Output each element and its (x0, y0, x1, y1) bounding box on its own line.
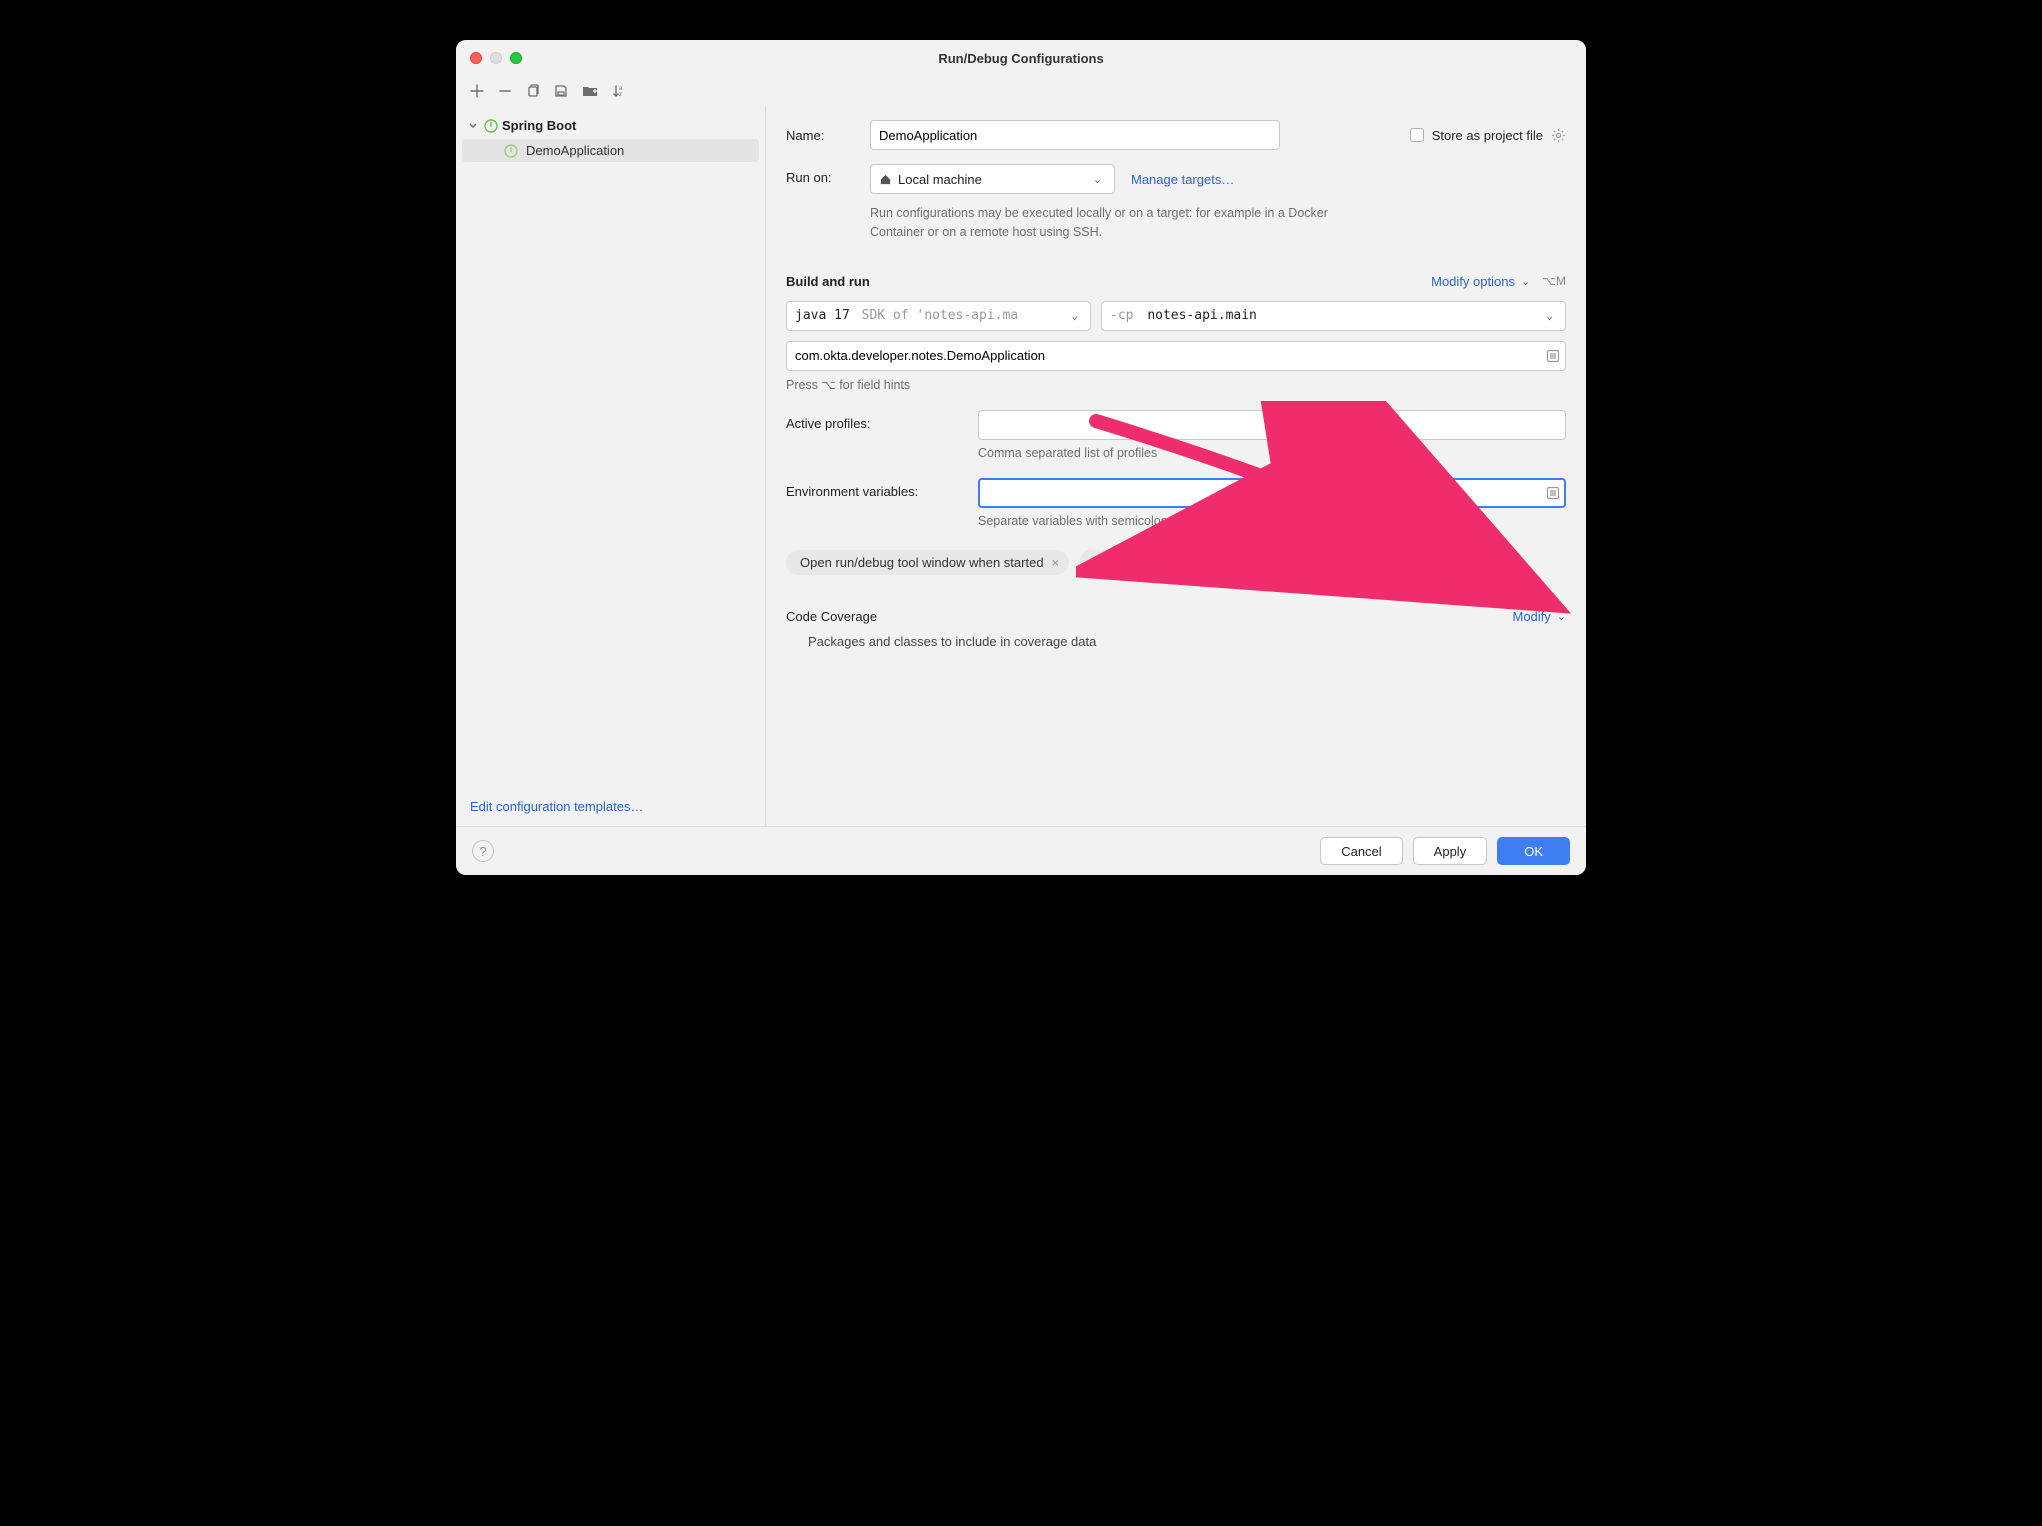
traffic-lights (470, 52, 522, 64)
build-run-title: Build and run (786, 274, 870, 289)
svg-text:z: z (619, 92, 622, 98)
config-tree: Spring Boot DemoApplication (456, 110, 765, 787)
spring-boot-icon (484, 119, 498, 133)
chevron-down-icon: ⌄ (1557, 610, 1566, 623)
spring-boot-icon (504, 144, 518, 158)
help-button[interactable]: ? (472, 840, 494, 862)
store-file-checkbox[interactable] (1410, 128, 1424, 142)
sidebar: Spring Boot DemoApplication Edit configu… (456, 106, 766, 826)
env-vars-label: Environment variables: (786, 478, 966, 499)
store-file-label: Store as project file (1432, 128, 1543, 143)
cancel-button[interactable]: Cancel (1320, 837, 1402, 865)
footer-buttons: Cancel Apply OK (1320, 837, 1570, 865)
active-profiles-label: Active profiles: (786, 410, 966, 431)
store-file-group: Store as project file (1410, 128, 1566, 143)
dialog-window: Run/Debug Configurations az (456, 40, 1586, 875)
active-profiles-hint: Comma separated list of profiles (978, 446, 1566, 460)
options-chips: Open run/debug tool window when started … (786, 550, 1566, 575)
list-icon[interactable] (1546, 486, 1560, 500)
close-window-button[interactable] (470, 52, 482, 64)
minimize-window-button[interactable] (490, 52, 502, 64)
chevron-down-icon: ⌄ (1071, 309, 1082, 322)
sort-icon[interactable]: az (612, 84, 626, 98)
run-on-hint: Run configurations may be executed local… (870, 204, 1370, 242)
run-on-value: Local machine (898, 172, 982, 187)
run-on-row: Run on: Local machine ⌄ Manag (786, 164, 1566, 242)
name-row: Name: Store as project file (786, 120, 1566, 150)
form-content: Name: Store as project file Run on: (766, 106, 1586, 826)
coverage-modify-link[interactable]: Modify ⌄ (1512, 609, 1566, 624)
jdk-select[interactable]: java 17 SDK of 'notes-api.ma ⌄ (786, 301, 1091, 331)
jdk-cp-row: java 17 SDK of 'notes-api.ma ⌄ -cp notes… (786, 301, 1566, 331)
home-icon (879, 173, 892, 186)
tree-node-label: DemoApplication (526, 143, 624, 158)
name-input[interactable] (870, 120, 1280, 150)
sidebar-toolbar: az (456, 76, 1586, 106)
coverage-hint: Packages and classes to include in cover… (786, 634, 1566, 649)
modify-shortcut: ⌥M (1542, 274, 1566, 288)
env-vars-row: Environment variables: Separate variable… (786, 478, 1566, 528)
add-icon[interactable] (470, 84, 484, 98)
save-icon[interactable] (554, 84, 568, 98)
chip-open-tool-window[interactable]: Open run/debug tool window when started … (786, 550, 1069, 575)
chevron-down-icon: ⌄ (1521, 275, 1530, 288)
env-vars-hint: Separate variables with semicolon: VAR=v… (978, 514, 1566, 528)
sidebar-footer: Edit configuration templates… (456, 787, 765, 826)
dialog-body: Spring Boot DemoApplication Edit configu… (456, 106, 1586, 826)
chip-provided-scope[interactable]: Add dependencies with "provided" scope t… (1079, 550, 1427, 575)
close-icon[interactable]: × (1410, 555, 1418, 570)
build-run-header: Build and run Modify options ⌄ ⌥M (786, 274, 1566, 289)
list-icon[interactable] (1546, 349, 1560, 363)
active-profiles-row: Active profiles: Comma separated list of… (786, 410, 1566, 460)
modify-options-link[interactable]: Modify options ⌄ ⌥M (1431, 274, 1566, 289)
chevron-down-icon: ⌄ (1546, 309, 1557, 322)
apply-button[interactable]: Apply (1413, 837, 1488, 865)
run-on-label: Run on: (786, 164, 858, 185)
classpath-select[interactable]: -cp notes-api.main ⌄ (1101, 301, 1566, 331)
active-profiles-input[interactable] (978, 410, 1566, 440)
gear-icon[interactable] (1551, 128, 1566, 143)
folder-icon[interactable] (582, 84, 598, 98)
tree-node-spring-boot[interactable]: Spring Boot (462, 114, 759, 137)
dialog-footer: ? Cancel Apply OK (456, 826, 1586, 875)
run-on-select[interactable]: Local machine ⌄ (870, 164, 1115, 194)
main-class-input[interactable] (786, 341, 1566, 371)
coverage-header: Code Coverage Modify ⌄ (786, 609, 1566, 624)
field-hints: Press ⌥ for field hints (786, 377, 1566, 392)
env-vars-input[interactable] (978, 478, 1566, 508)
dialog-title: Run/Debug Configurations (456, 51, 1586, 66)
tree-node-label: Spring Boot (502, 118, 576, 133)
name-label: Name: (786, 128, 858, 143)
manage-targets-link[interactable]: Manage targets… (1131, 172, 1234, 187)
zoom-window-button[interactable] (510, 52, 522, 64)
chevron-down-icon (468, 121, 480, 131)
chevron-down-icon: ⌄ (1093, 173, 1106, 186)
close-icon[interactable]: × (1052, 555, 1060, 570)
main-class-row (786, 341, 1566, 371)
remove-icon[interactable] (498, 84, 512, 98)
titlebar: Run/Debug Configurations (456, 40, 1586, 76)
ok-button[interactable]: OK (1497, 837, 1570, 865)
edit-templates-link[interactable]: Edit configuration templates… (470, 799, 643, 814)
copy-icon[interactable] (526, 84, 540, 98)
tree-node-demo-application[interactable]: DemoApplication (462, 139, 759, 162)
coverage-title: Code Coverage (786, 609, 877, 624)
